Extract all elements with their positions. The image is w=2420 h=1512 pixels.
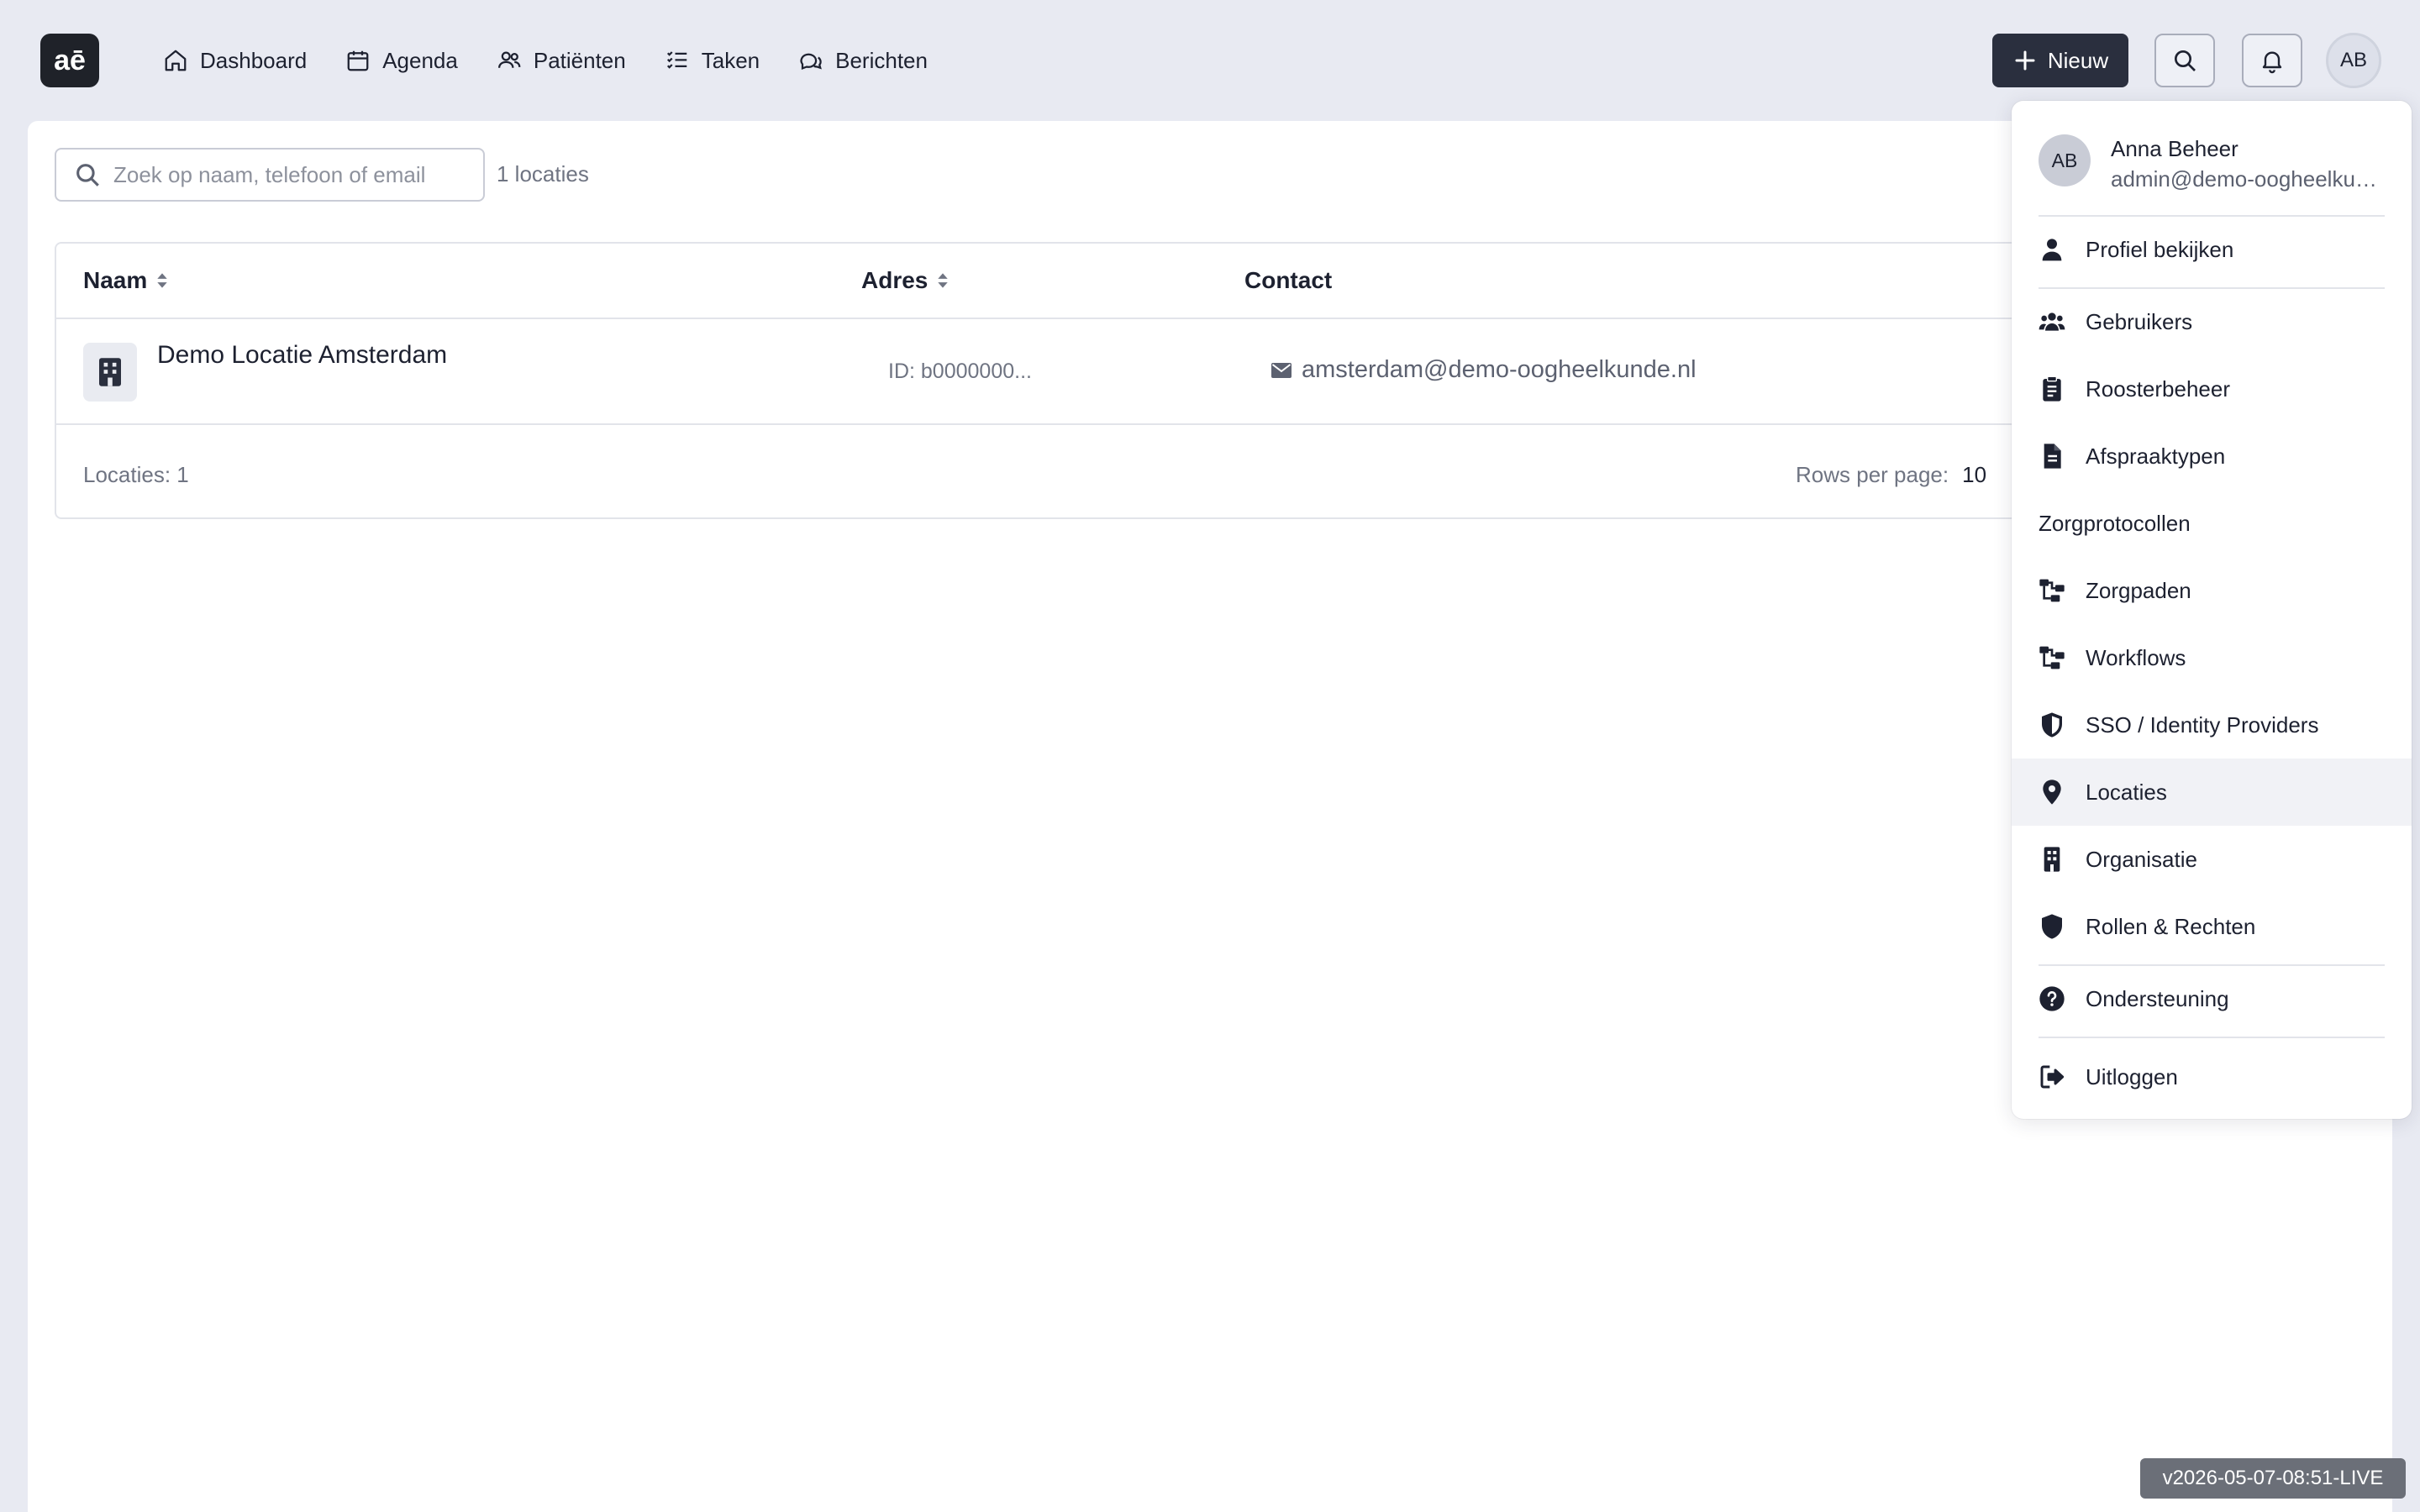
menu-user-email: admin@demo-oogheelkunde.nl xyxy=(2111,166,2385,192)
calendar-icon xyxy=(347,50,369,71)
menu-item-users[interactable]: Gebruikers xyxy=(2012,288,2412,355)
new-button[interactable]: Nieuw xyxy=(1992,34,2128,87)
location-name: Demo Locatie Amsterdam xyxy=(157,341,448,369)
search-input[interactable] xyxy=(113,161,433,188)
menu-label-roles: Rollen & Rechten xyxy=(2086,913,2256,939)
column-header-contact: Contact xyxy=(1244,267,1332,294)
nav-item-agenda[interactable]: Agenda xyxy=(345,40,458,81)
menu-label-care-paths: Zorgpaden xyxy=(2086,577,2191,603)
location-email: amsterdam@demo-oogheelkunde.nl xyxy=(1302,356,1697,383)
menu-item-support[interactable]: Ondersteuning xyxy=(2012,965,2412,1032)
menu-label-logout: Uitloggen xyxy=(2086,1063,2178,1089)
rows-per-page-label: Rows per page: xyxy=(1796,462,1949,487)
flow-icon xyxy=(2039,579,2065,602)
column-label-contact: Contact xyxy=(1244,267,1333,293)
menu-item-locations[interactable]: Locaties xyxy=(2012,759,2412,826)
users-icon xyxy=(497,51,521,68)
menu-item-appointment-types[interactable]: Afspraaktypen xyxy=(2012,423,2412,490)
menu-label-locations: Locaties xyxy=(2086,779,2167,805)
menu-item-workflows[interactable]: Workflows xyxy=(2012,624,2412,691)
column-header-name[interactable]: Naam xyxy=(83,267,169,294)
menu-item-organization[interactable]: Organisatie xyxy=(2012,826,2412,893)
new-button-label: Nieuw xyxy=(2047,47,2109,73)
rows-per-page: Rows per page: 10 xyxy=(1796,462,1986,488)
plus-icon xyxy=(2015,50,2035,71)
menu-item-logout[interactable]: Uitloggen xyxy=(2012,1043,2412,1110)
nav-item-tasks[interactable]: Taken xyxy=(665,40,760,81)
menu-label-sso: SSO / Identity Providers xyxy=(2086,711,2319,738)
sort-icon xyxy=(157,273,167,288)
user-dropdown-menu: AB Anna Beheer admin@demo-oogheelkunde.n… xyxy=(2012,101,2412,1119)
search-icon xyxy=(2175,50,2196,71)
map-pin-icon xyxy=(2043,780,2061,805)
shield-half-icon xyxy=(2042,712,2062,738)
tasks-icon xyxy=(666,51,687,69)
column-label-address: Adres xyxy=(861,267,929,293)
users-group-icon xyxy=(2039,312,2065,331)
menu-label-workflows: Workflows xyxy=(2086,644,2186,670)
envelope-icon xyxy=(1271,362,1292,378)
menu-label-schedule: Roosterbeheer xyxy=(2086,375,2230,402)
nav-item-dashboard[interactable]: Dashboard xyxy=(163,40,307,81)
help-circle-icon xyxy=(2039,986,2065,1011)
table-row[interactable]: Demo Locatie Amsterdam ID: b0000000... a… xyxy=(56,319,2070,425)
menu-user-header: AB Anna Beheer admin@demo-oogheelkunde.n… xyxy=(2039,128,2391,212)
version-badge: v2026-05-07-08:51-LIVE xyxy=(2140,1458,2406,1499)
table-footer-count: Locaties: 1 xyxy=(83,462,189,487)
search-button[interactable] xyxy=(2154,34,2215,87)
sort-icon xyxy=(938,273,949,288)
locations-table: Naam Adres Contact Demo Locatie Amsterda… xyxy=(55,242,2071,519)
menu-label-organization: Organisatie xyxy=(2086,846,2197,872)
chat-icon xyxy=(800,53,823,70)
nav-label-messages: Berichten xyxy=(835,47,928,73)
app-logo[interactable]: aē xyxy=(40,34,99,87)
home-icon xyxy=(165,50,187,71)
menu-item-schedule[interactable]: Roosterbeheer xyxy=(2012,355,2412,423)
bell-icon xyxy=(2262,51,2282,74)
main-nav: Dashboard Agenda Patiënten Taken Bericht… xyxy=(163,40,966,81)
menu-label-appointment-types: Afspraaktypen xyxy=(2086,443,2226,469)
shield-icon xyxy=(2042,914,2062,939)
nav-label-dashboard: Dashboard xyxy=(200,47,308,73)
building-icon xyxy=(99,358,121,386)
building-icon-badge xyxy=(83,343,137,402)
nav-label-patients: Patiënten xyxy=(533,47,626,73)
menu-label-support: Ondersteuning xyxy=(2086,985,2229,1011)
column-label-name: Naam xyxy=(83,267,148,293)
location-email-link[interactable]: amsterdam@demo-oogheelkunde.nl xyxy=(1271,356,1697,384)
menu-item-sso[interactable]: SSO / Identity Providers xyxy=(2012,691,2412,759)
logout-icon xyxy=(2040,1065,2065,1089)
flow-icon xyxy=(2039,646,2065,669)
menu-section-protocols: Zorgprotocollen xyxy=(2039,511,2191,536)
menu-item-care-paths[interactable]: Zorgpaden xyxy=(2012,557,2412,624)
nav-label-agenda: Agenda xyxy=(382,47,458,73)
user-avatar-button[interactable]: AB xyxy=(2326,33,2381,88)
rows-per-page-select[interactable]: 10 xyxy=(1962,462,1986,488)
menu-item-profile[interactable]: Profiel bekijken xyxy=(2012,216,2412,283)
menu-item-roles[interactable]: Rollen & Rechten xyxy=(2012,893,2412,960)
user-icon xyxy=(2042,239,2062,261)
menu-label-users: Gebruikers xyxy=(2086,308,2193,334)
menu-user-name: Anna Beheer xyxy=(2111,136,2238,161)
clipboard-icon xyxy=(2043,375,2061,402)
nav-item-patients[interactable]: Patiënten xyxy=(497,40,626,81)
search-icon xyxy=(76,164,99,186)
menu-label-profile: Profiel bekijken xyxy=(2086,236,2234,262)
table-header: Naam Adres Contact xyxy=(56,244,2070,319)
search-box xyxy=(55,148,485,202)
document-icon xyxy=(2044,444,2061,469)
location-id: ID: b0000000... xyxy=(888,360,1032,383)
notifications-button[interactable] xyxy=(2242,34,2302,87)
building-icon xyxy=(2044,847,2060,872)
nav-label-tasks: Taken xyxy=(701,47,760,73)
avatar: AB xyxy=(2039,134,2091,186)
locations-count: 1 locaties xyxy=(497,161,589,186)
menu-divider xyxy=(2039,1037,2385,1038)
nav-item-messages[interactable]: Berichten xyxy=(798,40,928,81)
column-header-address[interactable]: Adres xyxy=(861,267,950,294)
